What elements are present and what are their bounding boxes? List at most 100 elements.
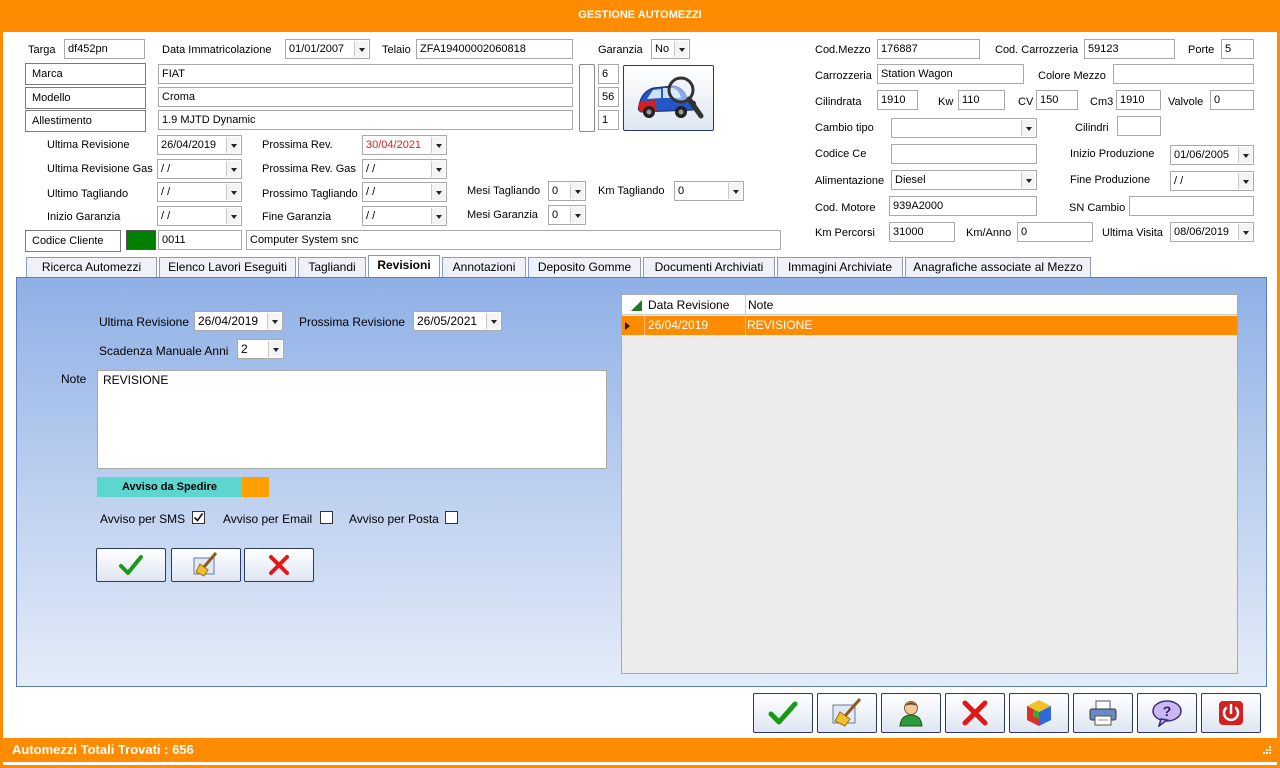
tab-tagliandi[interactable]: Tagliandi bbox=[298, 257, 366, 277]
tab-ricerca-automezzi[interactable]: Ricerca Automezzi bbox=[26, 257, 157, 277]
inizio-produzione-field[interactable]: 01/06/2005 bbox=[1170, 145, 1254, 165]
delete-button[interactable] bbox=[945, 693, 1005, 733]
prossima-rev-field[interactable]: 30/04/2021 bbox=[362, 135, 447, 155]
chevron-down-icon[interactable] bbox=[354, 41, 368, 57]
cambio-tipo-select[interactable] bbox=[891, 118, 1037, 138]
data-immatricolazione-field[interactable]: 01/01/2007 bbox=[285, 39, 370, 59]
ultima-visita-field[interactable]: 08/06/2019 bbox=[1170, 222, 1254, 242]
cod-carrozzeria-field[interactable]: 59123 bbox=[1084, 39, 1175, 59]
fine-garanzia-field[interactable]: / / bbox=[362, 206, 447, 226]
km-anno-field[interactable]: 0 bbox=[1017, 222, 1093, 242]
mesi-tagliando-field[interactable]: 0 bbox=[548, 181, 586, 201]
km-tagliando-field[interactable]: 0 bbox=[674, 181, 744, 201]
customer-button[interactable] bbox=[881, 693, 941, 733]
column-data-revisione[interactable]: Data Revisione bbox=[648, 296, 729, 314]
chevron-down-icon[interactable] bbox=[226, 208, 240, 224]
chevron-down-icon[interactable] bbox=[1238, 224, 1252, 240]
delete-revisione-button[interactable] bbox=[244, 548, 314, 582]
porte-field[interactable]: 5 bbox=[1221, 39, 1254, 59]
codice-ce-field[interactable] bbox=[891, 144, 1037, 164]
tab-anagrafiche[interactable]: Anagrafiche associate al Mezzo bbox=[905, 257, 1091, 277]
mesi-garanzia-field[interactable]: 0 bbox=[548, 205, 586, 225]
cod-mezzo-field[interactable]: 176887 bbox=[877, 39, 980, 59]
colore-mezzo-field[interactable] bbox=[1113, 64, 1254, 84]
prossima-revisione-panel-value: 26/05/2021 bbox=[417, 314, 478, 328]
valvole-field[interactable]: 0 bbox=[1210, 90, 1254, 110]
allestimento-field[interactable]: 1.9 MJTD Dynamic bbox=[158, 110, 573, 130]
chevron-down-icon[interactable] bbox=[226, 137, 240, 153]
cod-motore-field[interactable]: 939A2000 bbox=[889, 196, 1037, 216]
vertical-scroll-strip[interactable] bbox=[579, 64, 595, 132]
prossimo-tagliando-field[interactable]: / / bbox=[362, 182, 447, 202]
help-button[interactable]: ? bbox=[1137, 693, 1197, 733]
inizio-garanzia-field[interactable]: / / bbox=[157, 206, 242, 226]
marca-field[interactable]: FIAT bbox=[158, 64, 573, 84]
codice-cliente-field[interactable]: 0011 bbox=[158, 230, 242, 250]
alimentazione-select[interactable]: Diesel bbox=[891, 170, 1037, 190]
clear-revisione-button[interactable] bbox=[171, 548, 241, 582]
cilindrata-field[interactable]: 1910 bbox=[877, 90, 918, 110]
ultima-revisione-panel-field[interactable]: 26/04/2019 bbox=[194, 311, 283, 331]
tab-immagini-archiviate[interactable]: Immagini Archiviate bbox=[777, 257, 903, 277]
prossima-rev-gas-field[interactable]: / / bbox=[362, 159, 447, 179]
garanzia-select[interactable]: No bbox=[651, 39, 690, 59]
telaio-field[interactable]: ZFA19400002060818 bbox=[416, 39, 573, 59]
cilindri-field[interactable] bbox=[1117, 116, 1161, 136]
note-textarea[interactable]: REVISIONE bbox=[97, 370, 607, 469]
fine-produzione-field[interactable]: / / bbox=[1170, 171, 1254, 191]
chevron-down-icon[interactable] bbox=[431, 208, 445, 224]
ultima-revisione-field[interactable]: 26/04/2019 bbox=[157, 135, 242, 155]
tab-revisioni[interactable]: Revisioni bbox=[368, 255, 440, 278]
confirm-revisione-button[interactable] bbox=[96, 548, 166, 582]
tab-annotazioni[interactable]: Annotazioni bbox=[442, 257, 526, 277]
ultima-revisione-gas-field[interactable]: / / bbox=[157, 159, 242, 179]
chevron-down-icon[interactable] bbox=[431, 161, 445, 177]
carrozzeria-field[interactable]: Station Wagon bbox=[877, 64, 1024, 84]
chevron-down-icon[interactable] bbox=[431, 184, 445, 200]
km-percorsi-field[interactable]: 31000 bbox=[889, 222, 955, 242]
cm3-field[interactable]: 1910 bbox=[1116, 90, 1161, 110]
tab-elenco-lavori[interactable]: Elenco Lavori Eseguiti bbox=[159, 257, 296, 277]
chevron-down-icon[interactable] bbox=[267, 313, 281, 329]
scadenza-manuale-select[interactable]: 2 bbox=[237, 339, 284, 359]
avviso-posta-checkbox[interactable] bbox=[445, 511, 458, 524]
cliente-nome-field[interactable]: Computer System snc bbox=[246, 230, 781, 250]
chevron-down-icon[interactable] bbox=[486, 313, 500, 329]
chevron-down-icon[interactable] bbox=[570, 183, 584, 199]
chevron-down-icon[interactable] bbox=[728, 183, 742, 199]
chevron-down-icon[interactable] bbox=[1238, 173, 1252, 189]
chevron-down-icon[interactable] bbox=[1021, 172, 1035, 188]
avviso-email-checkbox[interactable] bbox=[320, 511, 333, 524]
kw-field[interactable]: 110 bbox=[958, 90, 1005, 110]
table-row[interactable]: 26/04/2019 REVISIONE bbox=[622, 316, 1237, 335]
clear-button[interactable] bbox=[817, 693, 877, 733]
modello-button[interactable]: Modello bbox=[25, 87, 146, 109]
exit-button[interactable] bbox=[1201, 693, 1261, 733]
chevron-down-icon[interactable] bbox=[570, 207, 584, 223]
codice-cliente-button[interactable]: Codice Cliente bbox=[25, 230, 121, 252]
targa-field[interactable]: df452pn bbox=[64, 39, 145, 59]
chevron-down-icon[interactable] bbox=[1238, 147, 1252, 163]
chevron-down-icon[interactable] bbox=[226, 161, 240, 177]
prossima-revisione-panel-field[interactable]: 26/05/2021 bbox=[413, 311, 502, 331]
chevron-down-icon[interactable] bbox=[268, 341, 282, 357]
allestimento-button[interactable]: Allestimento bbox=[25, 110, 146, 132]
tab-documenti-archiviati[interactable]: Documenti Archiviati bbox=[643, 257, 775, 277]
save-button[interactable] bbox=[753, 693, 813, 733]
cv-field[interactable]: 150 bbox=[1036, 90, 1078, 110]
chevron-down-icon[interactable] bbox=[226, 184, 240, 200]
ultimo-tagliando-field[interactable]: / / bbox=[157, 182, 242, 202]
chevron-down-icon[interactable] bbox=[674, 41, 688, 57]
car-search-button[interactable] bbox=[623, 65, 714, 131]
marca-button[interactable]: Marca bbox=[25, 63, 146, 85]
modello-field[interactable]: Croma bbox=[158, 87, 573, 107]
resize-grip-icon[interactable] bbox=[1260, 745, 1272, 757]
tab-deposito-gomme[interactable]: Deposito Gomme bbox=[528, 257, 641, 277]
column-note[interactable]: Note bbox=[748, 296, 773, 314]
print-button[interactable] bbox=[1073, 693, 1133, 733]
chevron-down-icon[interactable] bbox=[431, 137, 445, 153]
chevron-down-icon[interactable] bbox=[1021, 120, 1035, 136]
avviso-sms-checkbox[interactable] bbox=[192, 511, 205, 524]
cube-button[interactable] bbox=[1009, 693, 1069, 733]
sn-cambio-field[interactable] bbox=[1129, 196, 1254, 216]
